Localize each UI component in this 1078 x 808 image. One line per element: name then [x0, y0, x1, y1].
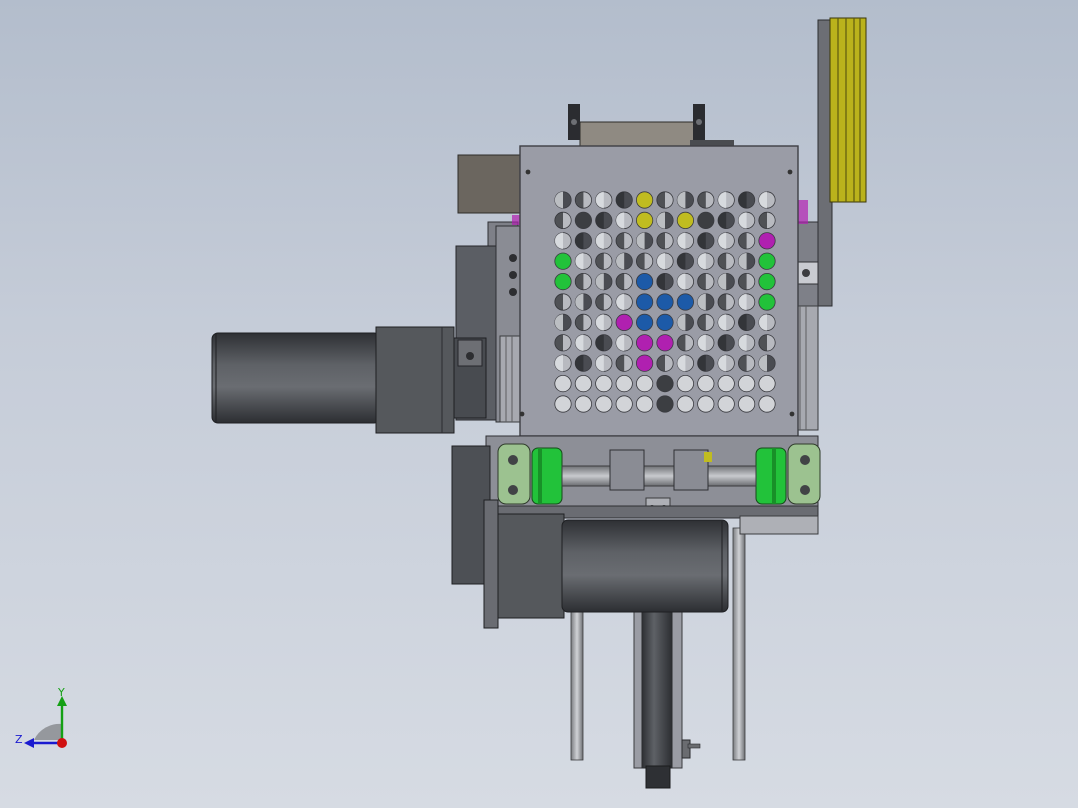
perforation-hole — [615, 374, 633, 393]
perforation-hole — [737, 395, 756, 413]
perforation-hole — [554, 252, 572, 270]
perforation-hole — [635, 374, 654, 393]
perforation-hole — [656, 395, 674, 413]
perforation-hole — [635, 211, 654, 229]
perforation-hole — [758, 252, 776, 270]
perforation-hole — [656, 374, 674, 393]
x-axis-dot — [57, 738, 67, 748]
perforation-hole — [676, 374, 695, 393]
perforation-hole — [758, 293, 776, 311]
perforation-hole — [717, 395, 735, 413]
perforation-hole — [574, 374, 593, 393]
perforation-hole — [697, 395, 715, 413]
perforation-hole — [635, 334, 654, 352]
left-motor — [211, 326, 487, 434]
perforation-hole — [697, 211, 715, 229]
perforation-hole — [758, 272, 776, 291]
perforation-hole — [676, 293, 695, 311]
coordinate-triad — [24, 696, 67, 748]
perforation-hole — [635, 313, 654, 331]
top-handle — [568, 104, 734, 148]
belt-conveyor — [817, 17, 867, 307]
perforation-hole — [676, 211, 695, 229]
perforation-hole — [554, 395, 572, 413]
perforation-hole — [737, 374, 756, 393]
perforation-hole — [676, 395, 695, 413]
perforation-hole — [758, 232, 776, 250]
assembly-model — [211, 17, 867, 789]
perforation-hole — [615, 313, 633, 331]
z-axis-arrowhead — [24, 738, 34, 748]
perforation-hole — [554, 374, 572, 393]
perforation-hole — [574, 211, 593, 229]
perforation-hole — [635, 293, 654, 311]
perforation-hole — [758, 395, 776, 413]
perforated-panel — [519, 145, 799, 437]
perforation-hole — [615, 395, 633, 413]
perforation-hole — [635, 395, 654, 413]
perforation-hole — [635, 191, 654, 209]
perforation-hole — [656, 313, 674, 331]
cad-viewport[interactable]: Y Z — [0, 0, 1078, 808]
perforation-hole — [656, 334, 674, 352]
perforation-hole — [574, 395, 593, 413]
perforation-hole — [717, 374, 735, 393]
perforation-hole — [697, 374, 715, 393]
linear-actuator — [633, 611, 701, 789]
perforation-hole — [635, 354, 654, 372]
perforation-hole — [554, 272, 572, 291]
perforation-hole — [635, 272, 654, 291]
perforation-hole — [758, 374, 776, 393]
perforation-hole — [595, 395, 613, 413]
z-axis-label: Z — [15, 733, 23, 746]
perforation-hole — [656, 293, 674, 311]
y-axis-label: Y — [58, 686, 65, 699]
perforation-hole — [595, 374, 613, 393]
